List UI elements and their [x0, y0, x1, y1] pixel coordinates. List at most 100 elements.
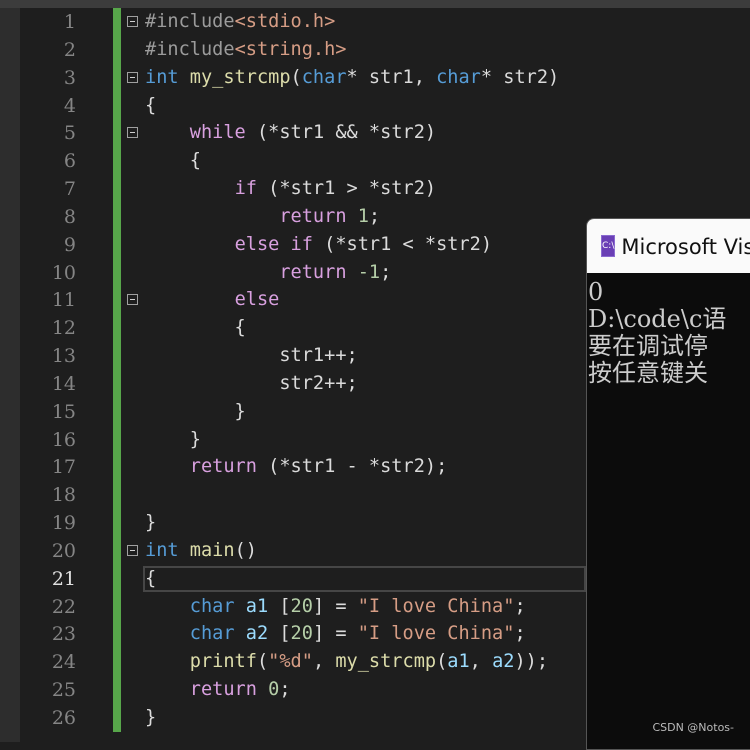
code-token: if: [234, 178, 257, 200]
code-token: main: [189, 539, 235, 561]
code-token: ): [480, 233, 493, 255]
line-number: 20: [51, 539, 76, 562]
code-token: (: [290, 66, 302, 88]
code-token: ;: [514, 623, 526, 645]
line-number: 3: [63, 66, 76, 89]
line-number: 24: [51, 651, 76, 674]
code-text: }: [145, 426, 201, 454]
line-number: 13: [51, 345, 76, 368]
code-token: str1: [290, 456, 336, 478]
code-token: my_strcmp: [189, 66, 291, 88]
code-token: return: [189, 679, 257, 701]
code-token: {: [145, 567, 157, 589]
code-token: while: [189, 122, 246, 144]
code-line[interactable]: 5 while (*str1 && *str2): [0, 119, 750, 147]
code-token: ] =: [312, 623, 358, 645]
code-token: char: [189, 595, 246, 617]
line-number: 26: [51, 707, 76, 729]
line-number: 5: [63, 122, 76, 145]
console-line: 0: [588, 278, 604, 306]
debug-console-window[interactable]: C:\ Microsoft Visual Studio 调试控制台 0 D:\c…: [586, 218, 750, 750]
collapse-icon[interactable]: [127, 294, 138, 306]
code-text: {: [145, 92, 156, 120]
code-text: }: [145, 509, 156, 537]
code-token: char: [301, 66, 347, 88]
code-line[interactable]: 4{: [0, 92, 750, 120]
code-token: ;: [514, 595, 526, 617]
code-token: str2: [436, 233, 481, 255]
code-token: <stdio.h>: [234, 11, 336, 32]
console-title: Microsoft Visual Studio 调试控制台: [621, 235, 750, 259]
code-text: str1++;: [145, 342, 357, 370]
code-token: }: [145, 428, 201, 450]
code-token: "I love China": [357, 595, 515, 617]
code-text: }: [145, 398, 246, 426]
code-text: if (*str1 > *str2): [145, 175, 437, 203]
code-token: return: [279, 261, 347, 283]
code-line[interactable]: 3 int my_strcmp(char* str1, char* str2): [0, 64, 750, 92]
code-token: (: [256, 651, 269, 673]
code-text: return -1;: [145, 259, 391, 287]
code-token: > *: [335, 178, 381, 200]
code-token: str2: [279, 372, 325, 394]
line-number: 23: [51, 623, 76, 646]
code-token: [: [268, 623, 291, 645]
code-token: (: [436, 651, 448, 673]
line-number: 19: [51, 512, 76, 535]
code-token: "%d": [268, 651, 313, 673]
collapse-icon[interactable]: [127, 16, 138, 27]
code-text: #include<string.h>: [145, 36, 347, 64]
code-text: char a1 [20] = "I love China";: [145, 593, 526, 621]
line-number: 21: [51, 567, 76, 590]
code-token: #include: [145, 38, 235, 60]
line-number: 1: [63, 11, 76, 33]
code-token: );: [424, 456, 448, 478]
code-line[interactable]: 1 #include<stdio.h>: [0, 8, 750, 36]
code-token: (*: [256, 456, 291, 478]
code-line[interactable]: 6 {: [0, 147, 750, 175]
collapse-icon[interactable]: [127, 127, 138, 139]
console-title-bar[interactable]: C:\ Microsoft Visual Studio 调试控制台: [587, 219, 750, 273]
code-token: #include: [145, 11, 235, 32]
console-app-icon: C:\: [601, 235, 616, 257]
code-token: char: [436, 66, 481, 88]
line-number: 18: [51, 484, 76, 507]
collapse-icon[interactable]: [127, 544, 138, 556]
code-token: ): [424, 122, 437, 144]
line-number: 15: [51, 400, 76, 423]
code-text: }: [145, 704, 156, 732]
line-number: 22: [51, 595, 76, 618]
line-number: 9: [63, 233, 76, 256]
code-token: return: [189, 456, 257, 478]
code-token: my_strcmp: [335, 651, 437, 673]
code-token: ,: [312, 651, 336, 673]
code-token: -1: [357, 261, 381, 283]
line-number: 2: [63, 38, 76, 61]
code-token: ,: [469, 651, 493, 673]
code-token: a1: [447, 651, 470, 673]
code-token: ): [548, 66, 560, 88]
code-text: return 1;: [145, 203, 380, 231]
collapse-icon[interactable]: [127, 71, 138, 83]
code-line[interactable]: 2 #include<string.h>: [0, 36, 750, 64]
code-token: "I love China": [357, 623, 515, 645]
code-token: && *: [324, 122, 381, 144]
code-text: int my_strcmp(char* str1, char* str2): [145, 64, 559, 92]
code-token: str1: [279, 345, 325, 367]
code-text: char a2 [20] = "I love China";: [145, 620, 526, 648]
code-line[interactable]: 7 if (*str1 > *str2): [0, 175, 750, 203]
code-token: return: [279, 205, 347, 227]
code-token: 20: [290, 595, 313, 617]
code-token: ] =: [312, 595, 358, 617]
code-token: {: [145, 94, 157, 116]
code-token: (*: [312, 233, 347, 255]
line-number: 4: [63, 94, 76, 117]
code-token: str1: [346, 233, 392, 255]
console-output: 0 D:\code\c语 要在调试停 按任意键关: [587, 273, 750, 387]
code-token: str1: [279, 122, 325, 144]
